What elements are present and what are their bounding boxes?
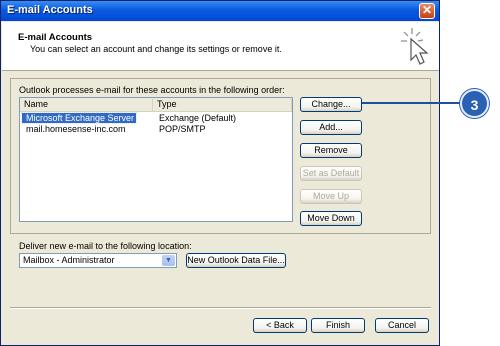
delivery-location-select[interactable]: Mailbox - Administrator ▼ [19, 253, 177, 268]
account-row[interactable]: mail.homesense-inc.com POP/SMTP [20, 124, 292, 135]
add-button[interactable]: Add... [300, 120, 362, 135]
window-title: E-mail Accounts [7, 4, 93, 16]
delivery-label: Deliver new e-mail to the following loca… [19, 241, 192, 251]
cancel-button[interactable]: Cancel [375, 318, 429, 333]
account-name: Microsoft Exchange Server [20, 112, 138, 124]
remove-button[interactable]: Remove [300, 143, 362, 158]
back-button[interactable]: < Back [253, 318, 307, 333]
list-header: Name Type [20, 98, 292, 112]
column-header-name[interactable]: Name [20, 99, 153, 111]
account-type: POP/SMTP [159, 124, 206, 134]
delivery-location-value: Mailbox - Administrator [23, 255, 115, 265]
close-button[interactable]: ✕ [419, 3, 435, 19]
account-row[interactable]: Microsoft Exchange Server Exchange (Defa… [20, 112, 292, 124]
account-type: Exchange (Default) [159, 113, 237, 123]
callout-line [362, 102, 462, 104]
email-accounts-dialog: E-mail Accounts ✕ E-mail Accounts You ca… [0, 0, 440, 346]
chevron-down-icon[interactable]: ▼ [162, 255, 175, 266]
wizard-cursor-icon [401, 28, 429, 65]
accounts-list[interactable]: Name Type Microsoft Exchange Server Exch… [19, 97, 293, 222]
title-bar[interactable]: E-mail Accounts ✕ [1, 1, 439, 21]
wizard-header: E-mail Accounts You can select an accoun… [2, 22, 439, 71]
callout-badge: 3 [460, 89, 489, 118]
move-down-button[interactable]: Move Down [300, 211, 362, 226]
column-header-type[interactable]: Type [153, 99, 292, 111]
account-name: mail.homesense-inc.com [26, 124, 126, 134]
change-button[interactable]: Change... [300, 97, 362, 112]
footer-divider [10, 307, 431, 309]
new-outlook-data-file-button[interactable]: New Outlook Data File... [186, 253, 286, 268]
close-icon: ✕ [421, 3, 433, 17]
finish-button[interactable]: Finish [311, 318, 365, 333]
move-up-button[interactable]: Move Up [300, 189, 362, 204]
header-subtitle: You can select an account and change its… [30, 44, 282, 54]
header-title: E-mail Accounts [18, 32, 93, 43]
accounts-intro: Outlook processes e-mail for these accou… [19, 85, 285, 95]
set-as-default-button[interactable]: Set as Default [300, 166, 362, 181]
